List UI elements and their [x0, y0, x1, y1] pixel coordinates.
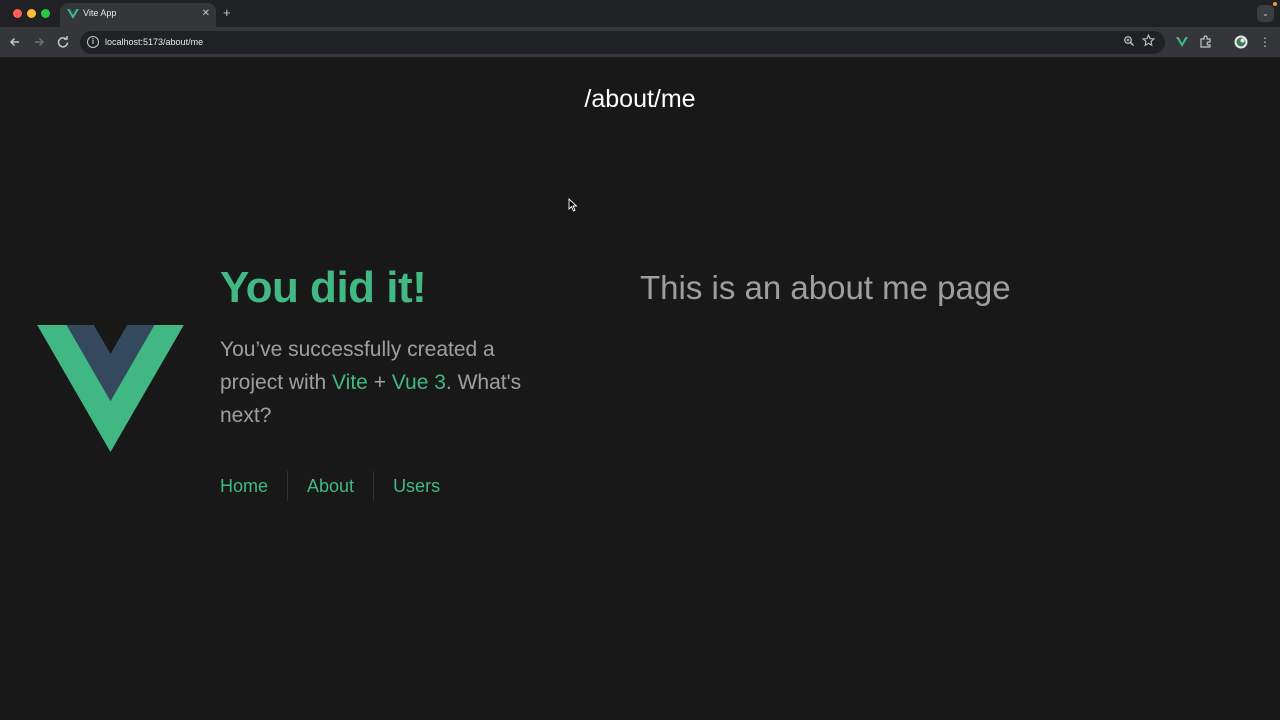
browser-window: Vite App ✕ + ⌄ i localhost:5173/about/me	[0, 0, 1280, 720]
tab-search-button[interactable]: ⌄	[1257, 5, 1274, 22]
reload-icon[interactable]	[55, 34, 71, 50]
main-nav: Home About Users	[220, 471, 459, 501]
zoom-icon[interactable]	[1123, 35, 1135, 47]
close-window-button[interactable]	[13, 9, 22, 18]
tab-strip: Vite App ✕ + ⌄	[0, 0, 1280, 27]
route-heading: /about/me	[584, 85, 696, 113]
extensions-puzzle-icon[interactable]	[1198, 34, 1214, 50]
forward-arrow-icon[interactable]	[31, 34, 47, 50]
about-page-text: This is an about me page	[640, 269, 1011, 306]
back-arrow-icon[interactable]	[7, 34, 23, 50]
tab-vite-app[interactable]: Vite App ✕	[60, 3, 216, 27]
profile-avatar-icon[interactable]	[1233, 34, 1249, 50]
browser-menu-icon[interactable]: ⋮	[1257, 34, 1273, 50]
hero-plus: +	[367, 371, 392, 394]
minimize-window-button[interactable]	[27, 9, 36, 18]
mouse-cursor-icon	[568, 198, 578, 212]
vue-link[interactable]: Vue 3	[392, 371, 446, 394]
site-info-icon[interactable]: i	[87, 36, 99, 48]
address-bar[interactable]: i localhost:5173/about/me	[80, 31, 1165, 54]
vue-logo	[37, 325, 184, 452]
browser-toolbar: i localhost:5173/about/me ⋮	[0, 27, 1280, 58]
tab-title: Vite App	[83, 8, 117, 18]
tab-close-icon[interactable]: ✕	[202, 7, 210, 21]
vue-favicon-icon	[67, 9, 79, 19]
notification-dot	[1273, 2, 1277, 6]
address-url[interactable]: localhost:5173/about/me	[105, 37, 203, 47]
vue-devtools-extension-icon[interactable]	[1174, 34, 1190, 50]
new-tab-button[interactable]: +	[223, 4, 231, 22]
nav-home[interactable]: Home	[220, 471, 287, 501]
maximize-window-button[interactable]	[41, 9, 50, 18]
nav-about[interactable]: About	[287, 471, 373, 501]
vite-link[interactable]: Vite	[332, 371, 368, 394]
nav-users[interactable]: Users	[373, 471, 459, 501]
hero-title: You did it!	[220, 263, 427, 312]
hero-text: You’ve successfully created a project wi…	[220, 333, 560, 432]
bookmark-star-icon[interactable]	[1142, 34, 1155, 47]
page-content: /about/me You did it! You’ve successfull…	[0, 58, 1280, 720]
